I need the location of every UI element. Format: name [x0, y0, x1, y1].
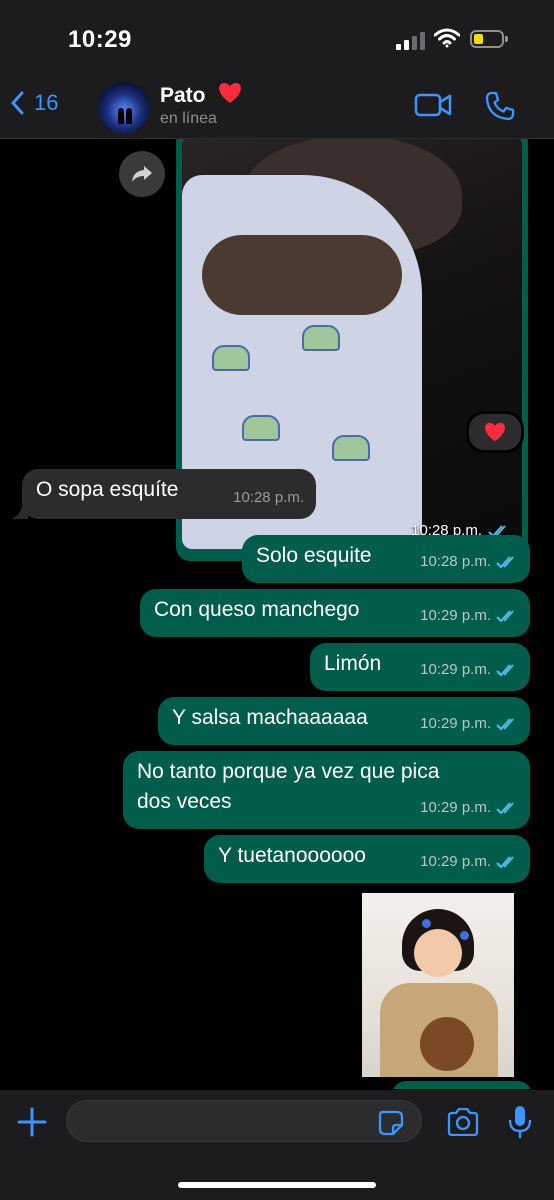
message-time: 10:29 p.m.	[420, 607, 491, 624]
outgoing-message-partial[interactable]	[392, 1081, 532, 1089]
message-time: 10:29 p.m.	[420, 661, 491, 678]
hair-clip	[422, 919, 431, 928]
chevron-left-icon	[11, 91, 24, 115]
message-text: Solo esquite	[256, 544, 372, 567]
dino-print	[242, 415, 280, 441]
dino-print	[302, 325, 340, 351]
message-meta: 10:28 p.m.	[233, 483, 304, 513]
message-text: Y salsa machaaaaaa	[172, 706, 368, 729]
chat-area[interactable]: 10:28 p.m. O sopa esquíte 10:28 p.m. Sol…	[0, 139, 554, 1089]
message-text: Limón	[324, 652, 382, 675]
message-meta: 10:29 p.m.	[420, 793, 518, 823]
unread-count: 16	[34, 90, 59, 115]
forward-arrow-icon	[132, 166, 152, 182]
message-time: 10:29 p.m.	[420, 799, 491, 816]
message-time: 10:28 p.m.	[233, 489, 304, 506]
contact-avatar[interactable]	[98, 82, 150, 134]
back-button[interactable]: 16	[10, 90, 58, 116]
cellular-signal-icon	[396, 32, 426, 50]
contact-status: en línea	[160, 110, 217, 127]
wifi-icon	[433, 28, 461, 53]
heart-icon	[217, 81, 243, 110]
outgoing-message[interactable]: Solo esquite 10:28 p.m.	[242, 535, 530, 583]
read-receipt-icon	[496, 556, 514, 569]
status-time: 10:29	[68, 26, 132, 53]
outgoing-message[interactable]: Con queso manchego 10:29 p.m.	[140, 589, 530, 637]
message-time: 10:29 p.m.	[420, 715, 491, 732]
sticker-button[interactable]	[378, 1110, 404, 1141]
phone-icon	[485, 91, 515, 121]
dino-print	[332, 435, 370, 461]
outgoing-message[interactable]: No tanto porque ya vez que pica dos vece…	[123, 751, 530, 829]
image-message[interactable]	[362, 893, 514, 1077]
home-indicator	[178, 1182, 376, 1188]
message-meta: 10:29 p.m.	[420, 709, 518, 739]
read-receipt-icon	[496, 802, 514, 815]
outgoing-message[interactable]: Y salsa machaaaaaa 10:29 p.m.	[158, 697, 530, 745]
message-text: O sopa esquíte	[36, 478, 179, 501]
kid-face	[414, 929, 462, 977]
camera-icon	[447, 1107, 479, 1137]
message-input[interactable]	[66, 1100, 422, 1142]
chat-header: 16 Pato en línea	[0, 78, 554, 139]
voice-call-button[interactable]	[484, 90, 516, 127]
message-time: 10:28 p.m.	[420, 553, 491, 570]
read-receipt-icon	[496, 856, 514, 869]
message-composer	[0, 1090, 554, 1200]
plus-icon	[17, 1107, 47, 1137]
outgoing-message[interactable]: Y tuetanoooooo 10:29 p.m.	[204, 835, 530, 883]
message-meta: 10:29 p.m.	[420, 601, 518, 631]
microphone-icon	[508, 1106, 532, 1138]
video-call-button[interactable]	[414, 92, 452, 123]
message-time: 10:29 p.m.	[420, 853, 491, 870]
video-camera-icon	[414, 93, 452, 117]
message-text: No tanto porque ya vez que pica dos vece…	[137, 760, 440, 813]
message-meta: 10:29 p.m.	[420, 655, 518, 685]
incoming-message[interactable]: O sopa esquíte 10:28 p.m.	[22, 469, 316, 519]
message-meta: 10:29 p.m.	[420, 847, 518, 877]
read-receipt-icon	[496, 664, 514, 677]
read-receipt-icon	[496, 718, 514, 731]
battery-icon	[470, 30, 508, 48]
bubble-tail	[12, 505, 28, 519]
microphone-button[interactable]	[508, 1104, 532, 1145]
puppy-shape	[202, 235, 402, 315]
forward-button[interactable]	[119, 151, 165, 197]
heart-icon	[485, 422, 505, 442]
camera-button[interactable]	[446, 1107, 480, 1141]
message-text: Con queso manchego	[154, 598, 360, 621]
attach-button[interactable]	[16, 1106, 48, 1143]
status-bar: 10:29	[0, 0, 554, 78]
read-receipt-icon	[496, 610, 514, 623]
outgoing-message[interactable]: Limón 10:29 p.m.	[310, 643, 530, 691]
hair-clip	[460, 931, 469, 940]
teddy-bear	[420, 1017, 474, 1071]
message-text: Y tuetanoooooo	[218, 844, 366, 867]
sticker-icon	[378, 1110, 404, 1136]
contact-name[interactable]: Pato	[160, 84, 206, 108]
dino-print	[212, 345, 250, 371]
reaction-badge[interactable]	[466, 411, 524, 453]
message-meta: 10:28 p.m.	[420, 547, 518, 577]
